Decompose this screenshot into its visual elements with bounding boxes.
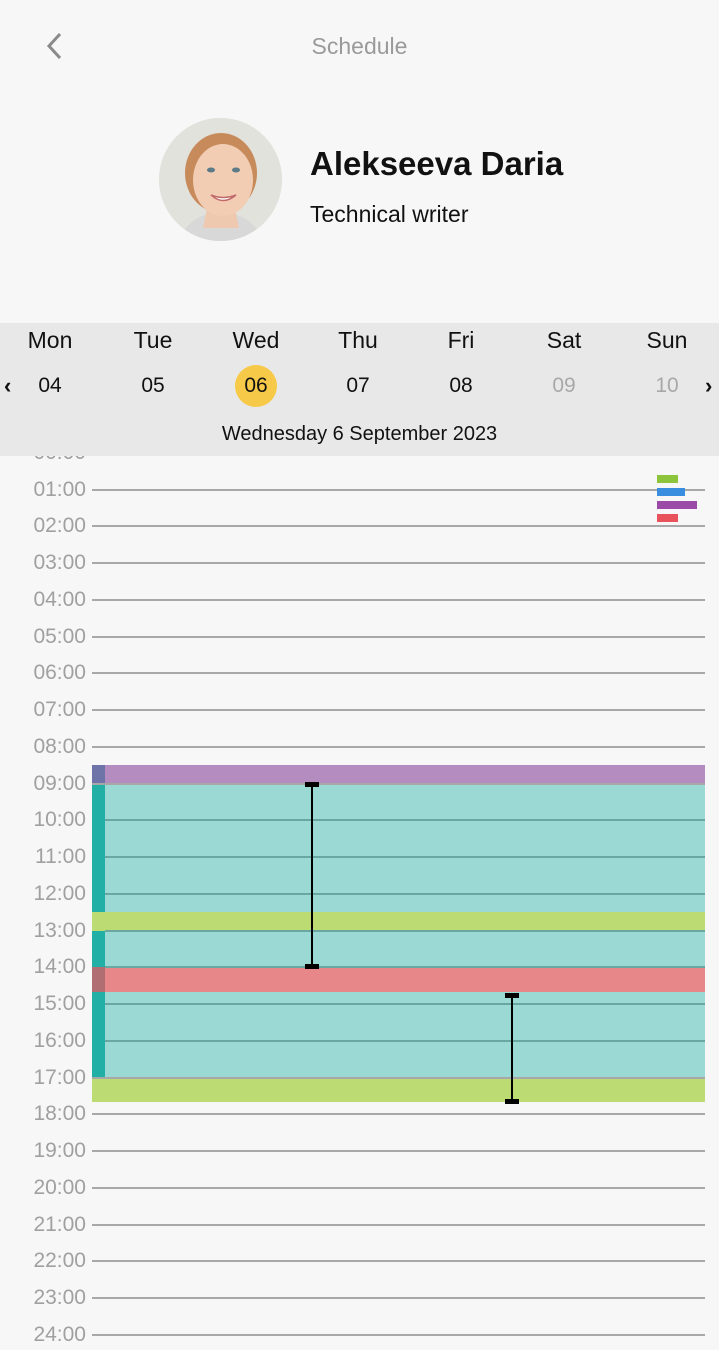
day-name: Sun [646,327,688,353]
hour-label: 09:00 [33,771,86,795]
hour-label: 01:00 [33,477,86,501]
event-strip [92,1077,105,1103]
day-05[interactable]: 05 [132,365,174,407]
hour-line [92,745,705,748]
hour-label: 22:00 [33,1249,86,1273]
hour-line [92,672,705,675]
hour-line [92,1260,705,1263]
event-overtime[interactable] [92,1077,705,1103]
hour-label: 02:00 [33,514,86,538]
selected-date: Wednesday 6 September 2023 [221,423,498,445]
prev-week-button[interactable]: ‹ [4,373,11,399]
hour-line [105,929,705,932]
event-arrival[interactable] [92,765,705,784]
hour-label: 05:00 [33,624,86,648]
hour-label: 08:00 [33,734,86,758]
day-07[interactable]: 07 [337,365,379,407]
legend-bar [657,501,697,509]
day-name: Sat [546,327,582,353]
event-strip [92,967,105,992]
day-name: Fri [447,327,475,353]
hour-line [105,1003,705,1006]
legend-bar [657,475,678,483]
hour-line [92,1150,705,1153]
day-10[interactable]: 10 [646,365,688,407]
hour-line [92,598,705,601]
hour-label: 07:00 [33,698,86,722]
day-04[interactable]: 04 [29,365,71,407]
day-name: Mon [27,327,73,353]
legend-icon[interactable] [657,475,697,527]
hour-label: 16:00 [33,1028,86,1052]
hour-label: 14:00 [33,955,86,979]
interval-marker [505,992,519,1105]
hour-label: 21:00 [33,1212,86,1236]
hour-label: 15:00 [33,992,86,1016]
hour-label: 17:00 [33,1065,86,1089]
legend-bar [657,514,678,522]
event-strip [92,912,105,931]
hour-line [92,488,705,491]
hour-label: 19:00 [33,1139,86,1163]
hour-line [105,966,705,969]
hour-line [92,782,705,785]
event-break[interactable] [92,912,705,931]
hour-line [92,635,705,638]
day-timeline[interactable]: 00:0001:0002:0003:0004:0005:0006:0007:00… [0,0,719,1350]
next-week-button[interactable]: › [705,373,712,399]
hour-label: 04:00 [33,587,86,611]
hour-label: 24:00 [33,1322,86,1346]
hour-label: 06:00 [33,661,86,685]
hour-label: 23:00 [33,1286,86,1310]
hour-line [105,1039,705,1042]
hour-label: 10:00 [33,808,86,832]
day-06[interactable]: 06 [235,365,277,407]
hour-line [92,1076,705,1079]
day-name: Thu [338,327,378,353]
hour-line [92,1113,705,1116]
hour-label: 18:00 [33,1102,86,1126]
day-name: Tue [133,327,173,353]
week-selector: Mon 04 Tue 05 Wed 06 Thu 07 Fri 08 Sat 09 Sun 10 ‹ › … [0,323,719,456]
hour-label: 12:00 [33,881,86,905]
event-strip [92,765,105,784]
hour-line [92,562,705,565]
event-strip [92,783,105,1078]
hour-line [92,525,705,528]
hour-line [105,819,705,822]
hour-line [105,856,705,859]
hour-line [92,1333,705,1336]
hour-line [92,1223,705,1226]
hour-label: 11:00 [35,845,86,869]
interval-marker [305,781,319,970]
hour-label: 13:00 [33,918,86,942]
legend-bar [657,488,685,496]
hour-line [92,709,705,712]
hour-line [105,892,705,895]
event-absence[interactable] [92,967,705,992]
hour-label: 03:00 [33,551,86,575]
day-09[interactable]: 09 [543,365,585,407]
day-name: Wed [232,327,280,353]
hour-line [92,1297,705,1300]
hour-line [92,1186,705,1189]
day-08[interactable]: 08 [440,365,482,407]
hour-label: 20:00 [33,1175,86,1199]
